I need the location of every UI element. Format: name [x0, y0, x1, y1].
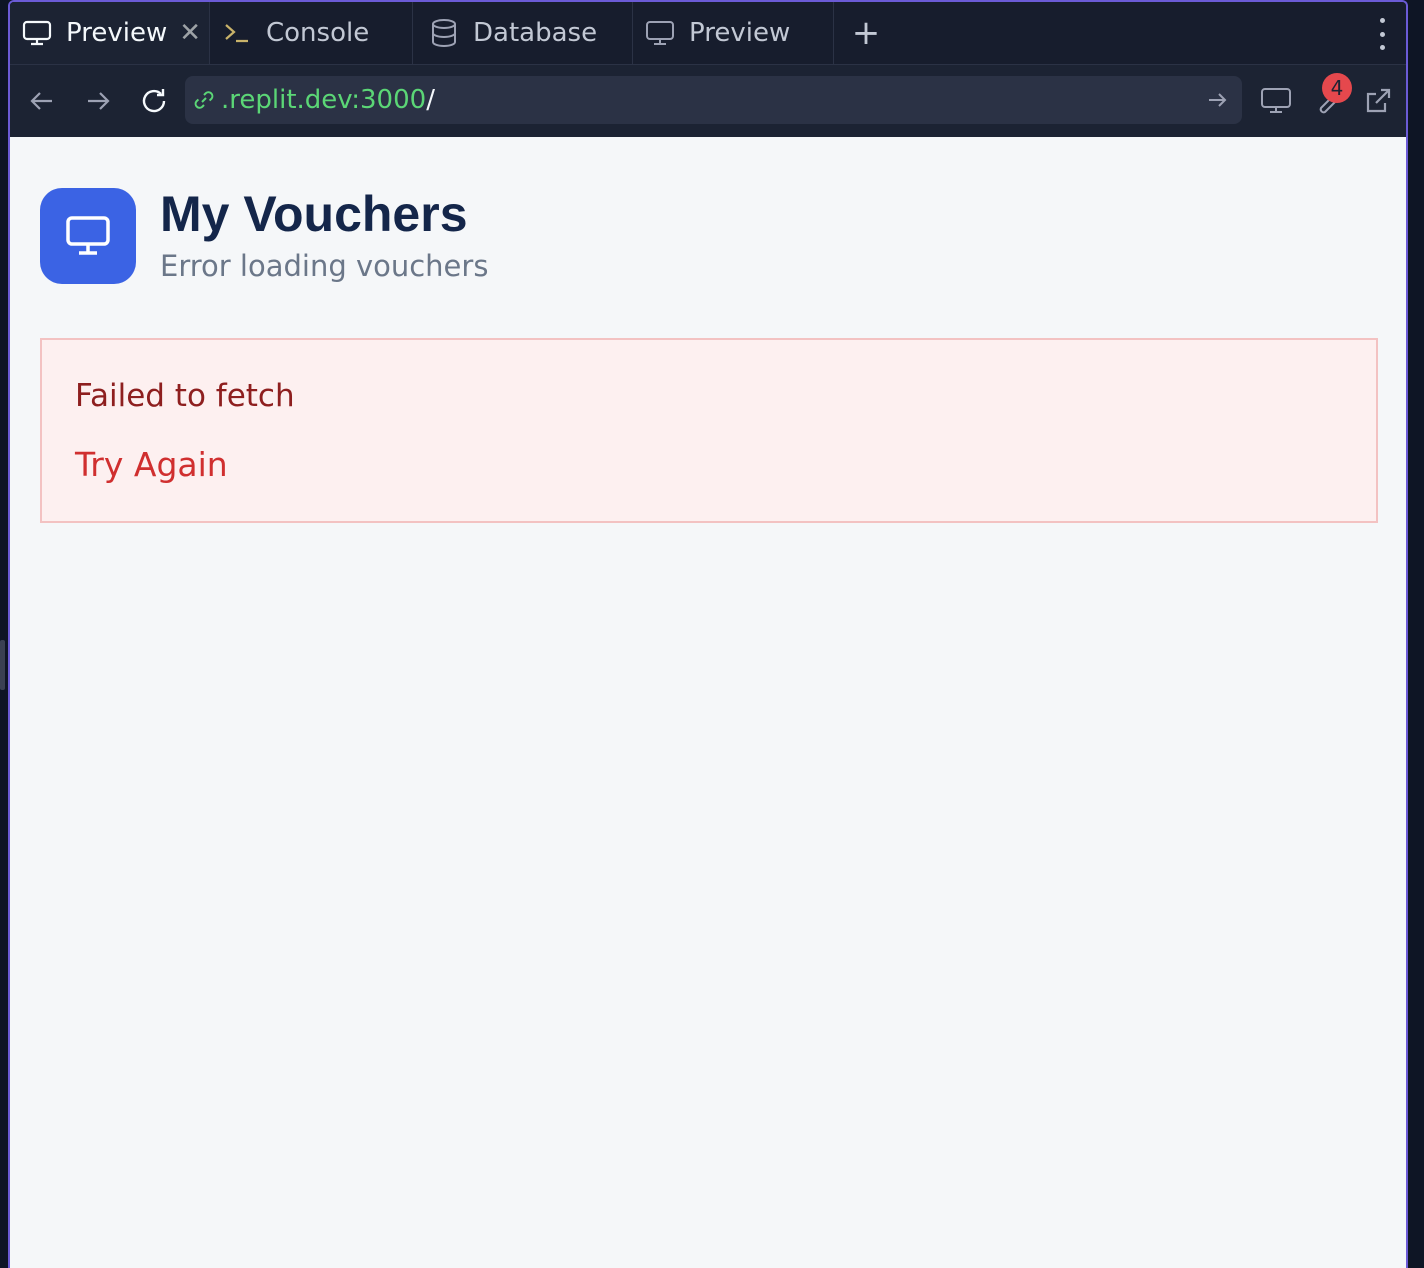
monitor-icon	[1261, 88, 1291, 113]
page-subtitle: Error loading vouchers	[160, 249, 489, 283]
app-logo	[40, 188, 136, 284]
plus-icon: +	[851, 13, 881, 53]
tab-bar: Preview ✕ Console Database Preview +	[10, 2, 1406, 65]
back-button[interactable]	[24, 83, 60, 119]
panel-resize-handle[interactable]	[0, 640, 5, 690]
preview-pane: Preview ✕ Console Database Preview + .re…	[8, 0, 1408, 1268]
external-link-icon	[1366, 88, 1391, 113]
tab-preview-active[interactable]: Preview ✕	[10, 2, 210, 64]
monitor-icon	[22, 18, 52, 48]
arrow-left-icon	[30, 92, 52, 110]
tab-preview[interactable]: Preview	[633, 2, 834, 64]
devtools-badge: 4	[1322, 73, 1352, 103]
arrow-right-icon	[88, 92, 110, 110]
reload-button[interactable]	[136, 83, 172, 119]
address-toolbar: .replit.dev:3000/ 4	[10, 65, 1406, 137]
forward-button[interactable]	[80, 83, 116, 119]
url-host: .replit.dev:3000	[221, 85, 427, 115]
url-path: /	[426, 85, 435, 115]
link-icon	[193, 89, 215, 111]
go-arrow-icon[interactable]	[1206, 88, 1228, 118]
try-again-button[interactable]: Try Again	[75, 445, 228, 484]
close-icon[interactable]: ✕	[179, 18, 201, 48]
error-alert: Failed to fetch Try Again	[40, 338, 1378, 523]
more-options-icon[interactable]	[1378, 18, 1386, 50]
terminal-icon	[222, 18, 252, 48]
tab-label: Preview	[66, 18, 168, 48]
app-viewport: My Vouchers Error loading vouchers Faile…	[10, 137, 1406, 1268]
tab-label: Database	[473, 18, 598, 48]
monitor-icon	[66, 216, 110, 255]
page-title: My Vouchers	[160, 186, 468, 242]
tab-console[interactable]: Console	[210, 2, 413, 64]
monitor-icon	[645, 18, 675, 48]
tab-database[interactable]: Database	[413, 2, 633, 64]
open-new-window-button[interactable]	[1360, 83, 1396, 119]
tab-label: Console	[266, 18, 370, 48]
ide-window: Preview ✕ Console Database Preview + .re…	[0, 0, 1424, 1268]
add-tab-button[interactable]: +	[834, 2, 898, 64]
error-message: Failed to fetch	[75, 378, 295, 414]
device-toggle-button[interactable]	[1256, 83, 1296, 119]
url-bar[interactable]: .replit.dev:3000/	[185, 76, 1242, 124]
tab-label: Preview	[689, 18, 791, 48]
reload-icon	[142, 89, 166, 113]
database-icon	[429, 18, 459, 48]
